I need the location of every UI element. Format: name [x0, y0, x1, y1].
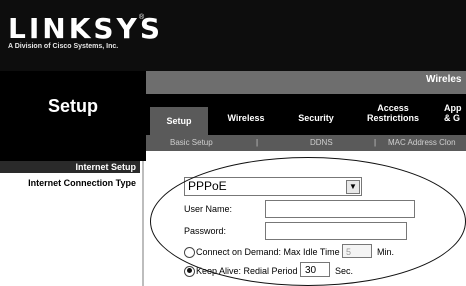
subtab-basic-setup[interactable]: Basic Setup — [170, 138, 213, 147]
subtab-separator: | — [374, 138, 377, 147]
section-label: Internet Setup — [75, 162, 136, 172]
column-divider — [142, 161, 144, 286]
tab-applications-gaming[interactable]: App & G — [444, 103, 466, 123]
tab-access-line2: Restrictions — [366, 113, 419, 123]
subtab-ddns[interactable]: DDNS — [310, 138, 333, 147]
division-text: A Division of Cisco Systems, Inc. — [8, 43, 119, 50]
tab-app-line2: & G — [444, 113, 461, 123]
subtab-separator: | — [256, 138, 259, 147]
registered-mark: ® — [139, 14, 145, 21]
connection-type-label: Internet Connection Type — [28, 178, 136, 188]
tab-app-line1: App — [444, 103, 462, 113]
subtab-mac-clone[interactable]: MAC Address Clon — [388, 138, 456, 147]
tab-access-line1: Access — [377, 103, 409, 113]
section-title: Wireles — [426, 74, 462, 85]
page-title: Setup — [47, 96, 98, 116]
radio-selected-dot — [187, 268, 192, 273]
section-title-bar — [146, 71, 466, 94]
tab-security[interactable]: Security — [286, 113, 346, 123]
tab-access-restrictions[interactable]: Access Restrictions — [356, 103, 430, 123]
tab-setup[interactable]: Setup — [150, 107, 208, 135]
highlight-ellipse — [150, 157, 466, 286]
tab-wireless[interactable]: Wireless — [216, 113, 276, 123]
